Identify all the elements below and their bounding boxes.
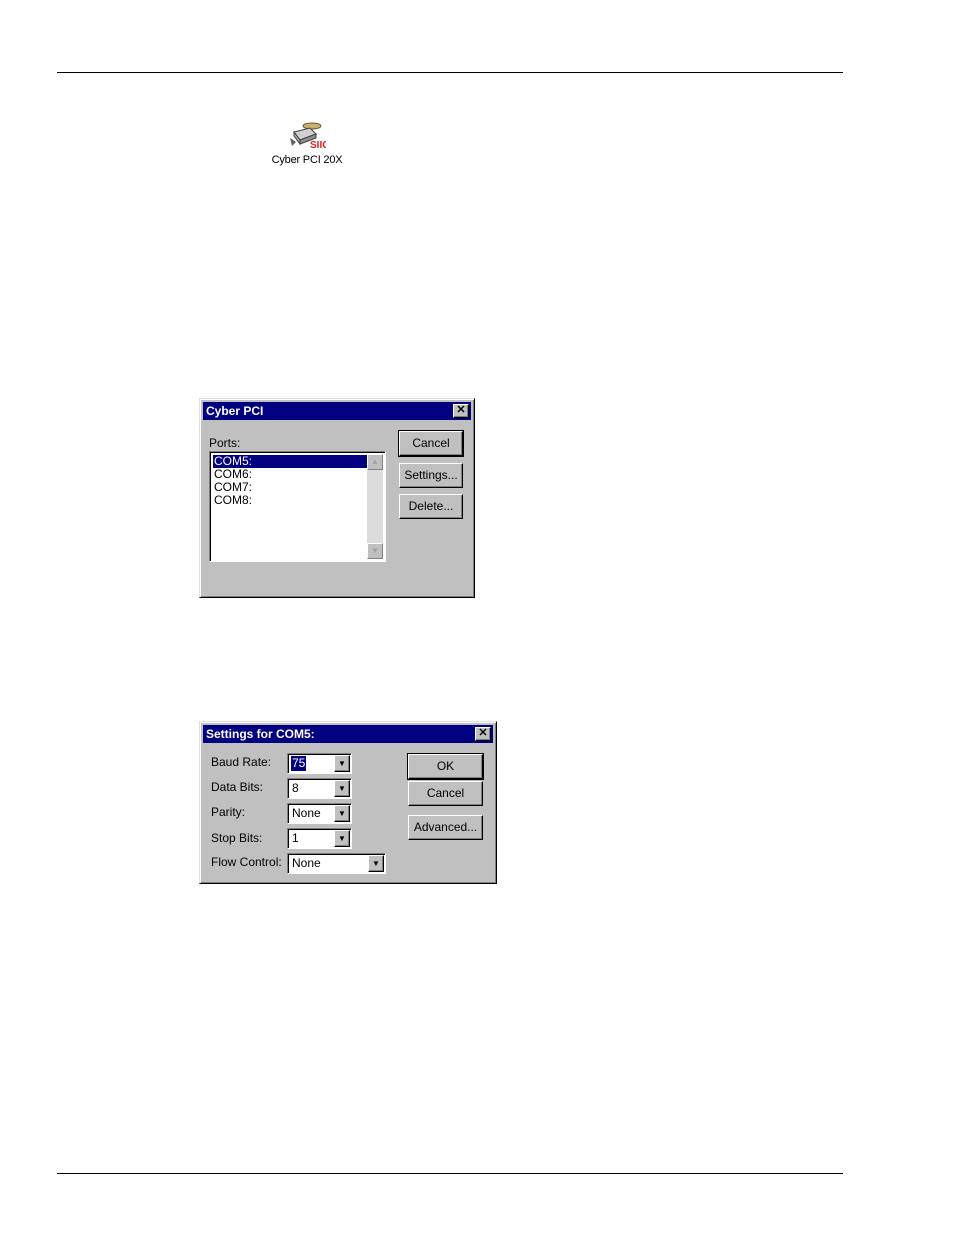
settings-dialog-title: Settings for COM5:	[206, 727, 315, 741]
serial-card-icon: SIIG	[290, 122, 326, 151]
settings-dialog-titlebar[interactable]: Settings for COM5: ✕	[203, 725, 493, 743]
flow-control-select[interactable]: None ▼	[287, 853, 386, 874]
settings-button[interactable]: Settings...	[399, 463, 463, 488]
scroll-down-icon[interactable]: ▼	[367, 543, 383, 559]
flow-control-label: Flow Control:	[211, 855, 282, 869]
ports-dialog-titlebar[interactable]: Cyber PCI ✕	[203, 402, 471, 420]
desktop-icon-label: Cyber PCI 20X	[271, 154, 343, 166]
ports-label-text: Ports:	[209, 436, 241, 450]
close-icon[interactable]: ✕	[475, 727, 491, 741]
chevron-down-icon[interactable]: ▼	[368, 855, 384, 872]
data-bits-select[interactable]: 8 ▼	[287, 778, 352, 799]
cancel-button[interactable]: Cancel	[398, 430, 464, 457]
advanced-button[interactable]: Advanced...	[408, 815, 483, 840]
chevron-down-icon[interactable]: ▼	[334, 805, 350, 822]
delete-button[interactable]: Delete...	[399, 494, 463, 519]
header-rule	[57, 72, 843, 73]
parity-value: None	[292, 806, 321, 820]
flow-control-value: None	[292, 856, 321, 870]
cyber-pci-desktop-icon[interactable]: SIIG Cyber PCI 20X	[262, 118, 352, 174]
cancel-button[interactable]: Cancel	[408, 781, 483, 806]
ports-dialog: Cyber PCI ✕ Ports: COM5: COM6: COM7: COM…	[199, 398, 475, 598]
list-item-port[interactable]: COM8:	[213, 494, 253, 507]
stop-bits-select[interactable]: 1 ▼	[287, 828, 352, 849]
scroll-up-icon[interactable]: ▲	[367, 454, 383, 470]
ports-scrollbar[interactable]: ▲ ▼	[367, 454, 383, 559]
baud-rate-select[interactable]: 75 ▼	[287, 753, 352, 774]
baud-rate-value: 75	[289, 755, 308, 772]
chevron-down-icon[interactable]: ▼	[334, 755, 350, 772]
stop-bits-label: Stop Bits:	[211, 831, 263, 845]
stop-bits-value: 1	[292, 831, 299, 845]
chevron-down-icon[interactable]: ▼	[334, 830, 350, 847]
parity-select[interactable]: None ▼	[287, 803, 352, 824]
ports-listbox[interactable]: COM5: COM6: COM7: COM8: ▲ ▼	[209, 451, 386, 562]
ports-dialog-title: Cyber PCI	[206, 404, 264, 418]
footer-rule	[57, 1173, 843, 1174]
ports-label: Ports:	[209, 436, 240, 450]
baud-rate-label: Baud Rate:	[211, 755, 272, 769]
data-bits-value: 8	[292, 781, 299, 795]
parity-label: Parity:	[211, 805, 246, 819]
close-icon[interactable]: ✕	[453, 404, 469, 418]
chevron-down-icon[interactable]: ▼	[334, 780, 350, 797]
siig-brand-text: SIIG	[310, 140, 326, 151]
ok-button[interactable]: OK	[407, 753, 484, 780]
settings-dialog: Settings for COM5: ✕ Baud Rate: 75 ▼ Dat…	[199, 721, 497, 884]
data-bits-label: Data Bits:	[211, 780, 264, 794]
